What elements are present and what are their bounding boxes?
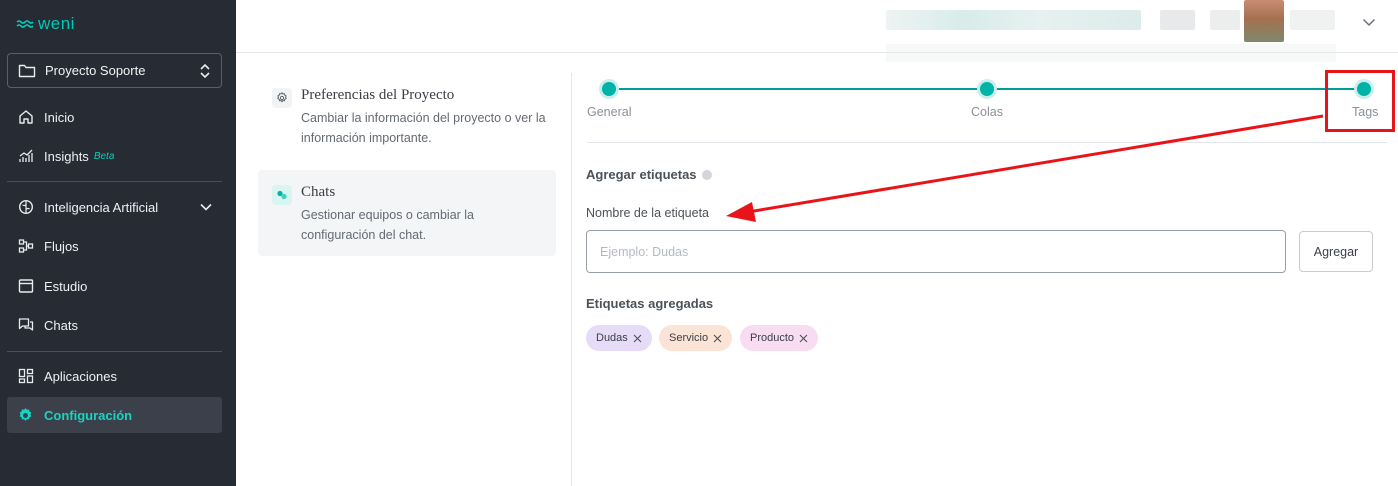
chevron-updown-icon — [199, 62, 211, 80]
project-name: Proyecto Soporte — [45, 63, 146, 78]
stepper-connector — [609, 88, 987, 90]
step-label-colas[interactable]: Colas — [971, 105, 1003, 119]
beta-badge: Beta — [93, 150, 115, 162]
info-icon[interactable] — [701, 170, 712, 180]
home-icon — [17, 109, 34, 126]
tag-chip-label: Servicio — [669, 332, 709, 344]
apps-icon — [17, 368, 34, 385]
stepper-divider — [587, 142, 1387, 143]
sidebar-item-label: Chats — [44, 317, 78, 333]
tag-chip-dudas: Dudas — [586, 325, 652, 351]
sidebar-item-aplicaciones[interactable]: Aplicaciones — [7, 358, 222, 394]
tag-chip-label: Producto — [750, 332, 795, 344]
sidebar-divider — [7, 351, 222, 352]
tag-name-input[interactable] — [586, 230, 1286, 273]
sidebar-item-label: Configuración — [44, 407, 133, 423]
settings-item-description: Gestionar equipos o cambiar la configura… — [301, 208, 475, 242]
blurred-text — [1290, 10, 1335, 30]
sidebar-item-inteligencia-artificial[interactable]: Inteligencia Artificial — [7, 189, 222, 225]
gear-icon — [272, 88, 292, 108]
sidebar-item-label: Inteligencia Artificial — [44, 199, 159, 215]
settings-item-chats[interactable]: Chats Gestionar equipos o cambiar la con… — [258, 170, 556, 256]
window-icon — [17, 278, 34, 295]
waves-icon — [16, 20, 34, 28]
sidebar-item-flujos[interactable]: Flujos — [7, 228, 222, 264]
sidebar-item-configuracion[interactable]: Configuración — [7, 397, 222, 433]
topbar-divider — [236, 52, 1398, 53]
chart-icon — [17, 148, 34, 165]
blurred-text — [886, 10, 1141, 30]
app: weni Proyecto Soporte Inicio Insights Be… — [0, 0, 1398, 486]
settings-item-title: Preferencias del Proyecto — [301, 87, 455, 103]
sidebar-item-inicio[interactable]: Inicio — [7, 99, 222, 135]
tag-name-label: Nombre de la etiqueta — [586, 206, 709, 220]
gear-icon — [17, 407, 34, 424]
blurred-text — [886, 44, 1336, 62]
settings-item-description: Cambiar la información del proyecto o ve… — [301, 111, 546, 145]
settings-item-preferencias[interactable]: Preferencias del Proyecto Cambiar la inf… — [258, 73, 556, 159]
remove-tag-icon[interactable] — [713, 334, 722, 343]
sidebar-item-label: Flujos — [44, 238, 79, 254]
add-tag-button[interactable]: Agregar — [1299, 231, 1373, 272]
folder-icon — [18, 63, 36, 78]
content-divider — [571, 73, 572, 486]
annotation-highlight-box — [1325, 70, 1395, 132]
added-tags-title: Etiquetas agregadas — [586, 296, 714, 311]
remove-tag-icon[interactable] — [633, 334, 642, 343]
sidebar-item-chats[interactable]: Chats — [7, 307, 222, 343]
tag-chip-servicio: Servicio — [659, 325, 733, 351]
sidebar-item-label: Insights — [44, 148, 89, 164]
remove-tag-icon[interactable] — [799, 334, 808, 343]
avatar[interactable] — [1244, 0, 1284, 42]
chat-icon — [17, 317, 34, 334]
flow-icon — [17, 238, 34, 255]
add-tags-title: Agregar etiquetas — [586, 167, 712, 182]
project-selector[interactable]: Proyecto Soporte — [7, 53, 222, 88]
chevron-down-icon — [200, 203, 212, 211]
tag-chip-producto: Producto — [740, 325, 819, 351]
tag-chip-label: Dudas — [596, 332, 628, 344]
blurred-text — [1210, 10, 1240, 30]
settings-item-title: Chats — [301, 184, 336, 200]
sidebar: weni Proyecto Soporte Inicio Insights Be… — [0, 0, 236, 486]
sidebar-item-estudio[interactable]: Estudio — [7, 268, 222, 304]
add-tags-title-text: Agregar etiquetas — [586, 167, 697, 182]
stepper-connector — [987, 88, 1364, 90]
sidebar-item-insights[interactable]: Insights Beta — [7, 138, 222, 174]
sidebar-item-label: Estudio — [44, 278, 88, 294]
brand-name: weni — [38, 14, 75, 33]
step-label-general[interactable]: General — [587, 105, 631, 119]
sidebar-divider — [7, 181, 222, 182]
sidebar-item-label: Aplicaciones — [44, 368, 117, 384]
weni-logo[interactable]: weni — [16, 14, 75, 34]
blurred-text — [1160, 10, 1195, 30]
chat-bubbles-icon — [272, 185, 292, 205]
user-menu-chevron-icon[interactable] — [1362, 14, 1376, 32]
stepper-dot-general[interactable] — [602, 82, 616, 96]
brain-icon — [17, 199, 34, 216]
stepper-dot-colas[interactable] — [980, 82, 994, 96]
sidebar-item-label: Inicio — [44, 109, 75, 125]
